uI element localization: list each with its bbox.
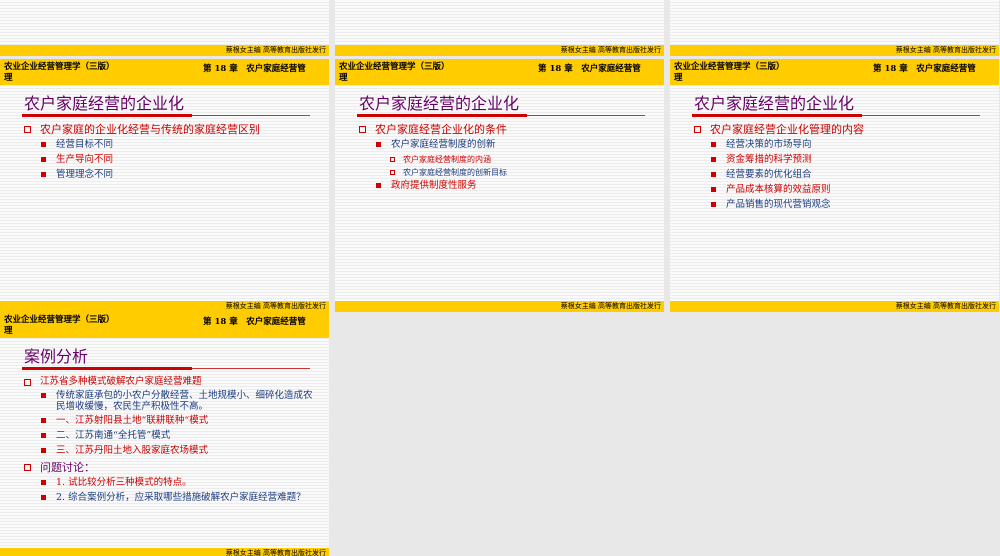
square-bullet-icon <box>41 157 46 162</box>
slide-header: 农业企业经营管理学（三版）理 第 18 章 农户家庭经营管 <box>335 59 664 85</box>
sub-bullet: 三、江苏丹阳土地入股家庭农场模式 <box>22 445 312 457</box>
square-bullet-icon <box>41 495 46 500</box>
square-bullet-icon <box>711 202 716 207</box>
sub-bullet: 二、江苏南通“全托管”模式 <box>22 430 312 442</box>
square-bullet-icon <box>41 433 46 438</box>
bullet-point: 问题讨论： <box>22 460 312 475</box>
chapter-title: 第 18 章 农户家庭经营管 <box>538 64 641 74</box>
slide-footer: 蔡根女主编 高等教育出版社发行 <box>335 45 664 56</box>
book-title: 农业企业经营管理学（三版）理 <box>4 62 115 83</box>
square-bullet-icon <box>41 393 46 398</box>
slide-thumbnail-2[interactable]: 农业企业经营管理学（三版）理 第 18 章 农户家庭经营管 农户家庭经营的企业化… <box>335 59 664 312</box>
slide-header: 农业企业经营管理学（三版）理 第 18 章 农户家庭经营管 <box>0 59 329 85</box>
bullet-point: 农户家庭经营企业化管理的内容 <box>692 122 982 137</box>
square-bullet-icon <box>711 172 716 177</box>
sub-bullet: 1. 试比较分析三种模式的特点。 <box>22 477 312 489</box>
slide-content: 农户家庭经营企业化管理的内容 经营决策的市场导向 资金筹措的科学预测 经营要素的… <box>692 122 982 214</box>
small-hollow-square-bullet-icon <box>390 170 395 175</box>
chapter-title: 第 18 章 农户家庭经营管 <box>873 64 976 74</box>
bullet-point: 农户家庭的企业化经营与传统的家庭经营区别 <box>22 122 312 137</box>
small-hollow-square-bullet-icon <box>390 157 395 162</box>
square-bullet-icon <box>711 187 716 192</box>
slide-footer: 蔡根女主编 高等教育出版社发行 <box>0 548 329 556</box>
title-underline <box>22 367 192 370</box>
chapter-title: 第 18 章 农户家庭经营管 <box>203 317 306 327</box>
sub-sub-bullet: 农户家庭经营制度的创新目标 <box>357 167 647 178</box>
sub-bullet: 资金筹措的科学预测 <box>692 154 982 166</box>
slide-partial-1[interactable]: 蔡根女主编 高等教育出版社发行 <box>0 0 329 56</box>
square-bullet-icon <box>41 142 46 147</box>
bullet-point: 农户家庭经营企业化的条件 <box>357 122 647 137</box>
title-underline <box>692 114 862 117</box>
sub-bullet: 农户家庭经营制度的创新 <box>357 139 647 151</box>
sub-bullet: 生产导向不同 <box>22 154 312 166</box>
sub-sub-bullet: 农户家庭经营制度的内涵 <box>357 154 647 165</box>
sub-bullet: 经营目标不同 <box>22 139 312 151</box>
slide-title: 农户家庭经营的企业化 <box>359 94 520 113</box>
book-title: 农业企业经营管理学（三版）理 <box>674 62 785 83</box>
hollow-square-bullet-icon <box>24 464 31 471</box>
sub-bullet: 2. 综合案例分析，应采取哪些措施破解农户家庭经营难题？ <box>22 492 316 503</box>
slide-title: 案例分析 <box>24 347 89 366</box>
title-divider <box>527 115 645 116</box>
slide-footer: 蔡根女主编 高等教育出版社发行 <box>0 301 329 312</box>
title-divider <box>192 115 310 116</box>
slide-content: 江苏省多种模式破解农户家庭经营难题 传统家庭承包的小农户分散经营、土地规模小、细… <box>22 375 313 506</box>
square-bullet-icon <box>41 448 46 453</box>
slide-thumbnail-1[interactable]: 农业企业经营管理学（三版）理 第 18 章 农户家庭经营管 农户家庭经营的企业化… <box>0 59 329 312</box>
sub-bullet: 产品销售的现代营销观念 <box>692 199 982 211</box>
slide-content: 农户家庭的企业化经营与传统的家庭经营区别 经营目标不同 生产导向不同 管理理念不… <box>22 122 312 184</box>
sub-bullet: 经营要素的优化组合 <box>692 169 982 181</box>
title-divider <box>862 115 980 116</box>
title-underline <box>357 114 527 117</box>
title-divider <box>192 368 310 369</box>
slide-footer: 蔡根女主编 高等教育出版社发行 <box>335 301 664 312</box>
book-title: 农业企业经营管理学（三版）理 <box>339 62 450 83</box>
square-bullet-icon <box>41 172 46 177</box>
slide-title: 农户家庭经营的企业化 <box>694 94 855 113</box>
slide-footer: 蔡根女主编 高等教育出版社发行 <box>670 301 999 312</box>
square-bullet-icon <box>41 480 46 485</box>
slide-footer: 蔡根女主编 高等教育出版社发行 <box>0 45 329 56</box>
square-bullet-icon <box>711 157 716 162</box>
slide-footer: 蔡根女主编 高等教育出版社发行 <box>670 45 999 56</box>
hollow-square-bullet-icon <box>24 126 31 133</box>
square-bullet-icon <box>41 418 46 423</box>
square-bullet-icon <box>376 183 381 188</box>
title-underline <box>22 114 192 117</box>
sub-bullet: 管理理念不同 <box>22 169 312 181</box>
slide-partial-2[interactable]: 蔡根女主编 高等教育出版社发行 <box>335 0 664 56</box>
sub-bullet: 产品成本核算的效益原则 <box>692 184 982 196</box>
bullet-point: 江苏省多种模式破解农户家庭经营难题 <box>22 375 312 388</box>
slide-partial-3[interactable]: 蔡根女主编 高等教育出版社发行 <box>670 0 999 56</box>
square-bullet-icon <box>711 142 716 147</box>
hollow-square-bullet-icon <box>24 379 31 386</box>
slide-title: 农户家庭经营的企业化 <box>24 94 185 113</box>
book-title: 农业企业经营管理学（三版）理 <box>4 315 115 336</box>
hollow-square-bullet-icon <box>694 126 701 133</box>
hollow-square-bullet-icon <box>359 126 366 133</box>
square-bullet-icon <box>376 142 381 147</box>
slide-content: 农户家庭经营企业化的条件 农户家庭经营制度的创新 农户家庭经营制度的内涵 农户家… <box>357 122 647 195</box>
slide-thumbnail-3[interactable]: 农业企业经营管理学（三版）理 第 18 章 农户家庭经营管 农户家庭经营的企业化… <box>670 59 999 312</box>
slide-header: 农业企业经营管理学（三版）理 第 18 章 农户家庭经营管 <box>670 59 999 85</box>
sub-bullet: 传统家庭承包的小农户分散经营、土地规模小、细碎化造成农民增收缓慢，农民生产积极性… <box>22 390 316 412</box>
sub-bullet: 政府提供制度性服务 <box>357 180 647 192</box>
slide-header: 农业企业经营管理学（三版）理 第 18 章 农户家庭经营管 <box>0 312 329 338</box>
sub-bullet: 一、江苏射阳县土地“联耕联种“模式 <box>22 415 312 427</box>
chapter-title: 第 18 章 农户家庭经营管 <box>203 64 306 74</box>
slide-thumbnail-4[interactable]: 农业企业经营管理学（三版）理 第 18 章 农户家庭经营管 案例分析 江苏省多种… <box>0 312 329 556</box>
sub-bullet: 经营决策的市场导向 <box>692 139 982 151</box>
